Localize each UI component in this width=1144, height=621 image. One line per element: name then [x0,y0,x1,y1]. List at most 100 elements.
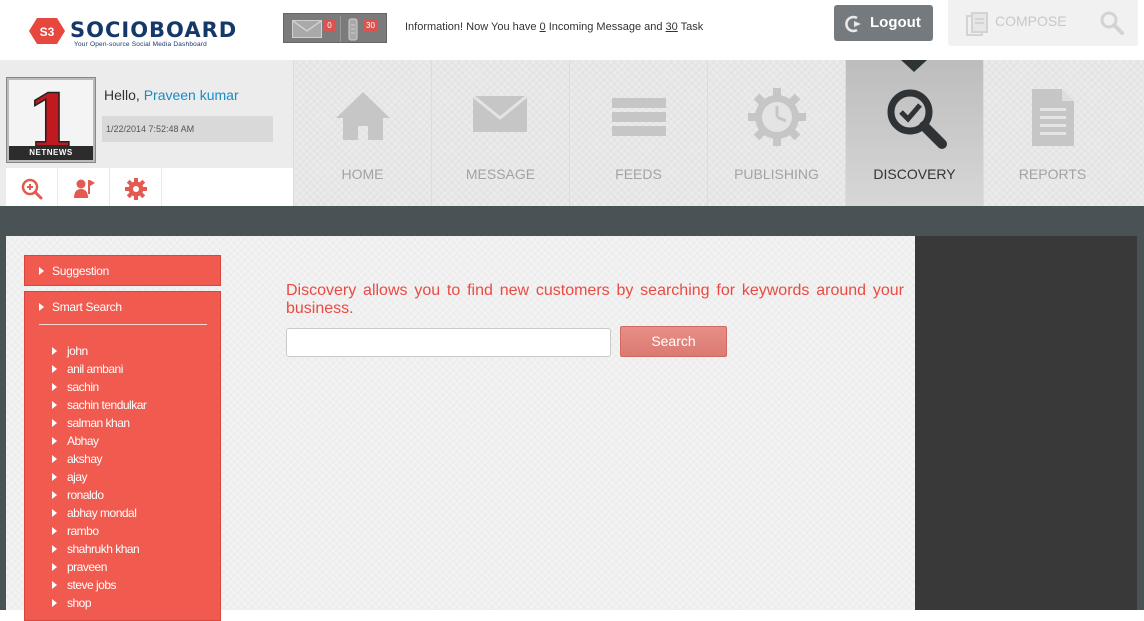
task-remote-icon [348,18,358,41]
logo-hexagon-icon: S3 [29,18,65,44]
keyword-item[interactable]: akshay [52,450,146,468]
keyword-label: salman khan [67,416,130,430]
keyword-item[interactable]: ronaldo [52,486,146,504]
logout-button[interactable]: Logout [834,5,933,41]
header-band: 1 NETNEWS Hello, Praveen kumar 1/22/2014… [0,60,1144,206]
gear-icon [125,178,147,200]
keyword-label: sachin [67,380,99,394]
keyword-label: Abhay [67,434,99,448]
caret-right-icon [52,563,57,571]
nav-message[interactable]: MESSAGE [431,60,569,206]
keyword-list: john anil ambani sachin sachin tendulkar sal… [52,342,147,612]
caret-right-icon [52,437,57,445]
search-icon[interactable] [1099,10,1125,36]
smart-search-header[interactable]: Smart Search [25,292,220,323]
notification-box: 0 30 [283,13,387,43]
search-button[interactable]: Search [620,326,727,357]
discovery-sidebar: Suggestion Smart Search john anil ambani s… [24,255,221,621]
keyword-search-input[interactable] [286,328,611,357]
add-search-button[interactable] [6,168,58,206]
discovery-main-panel: Suggestion Smart Search john anil ambani s… [6,236,915,621]
caret-right-icon [52,545,57,553]
user-profile-button[interactable] [58,168,110,206]
suggestion-button[interactable]: Suggestion [24,255,221,286]
nav-feeds-label: FEEDS [615,166,662,182]
keyword-item[interactable]: sachin [52,378,146,396]
keyword-item[interactable]: ajay [52,468,146,486]
caret-right-icon [52,419,57,427]
keyword-label: akshay [67,452,103,466]
messages-count-badge: 0 [324,19,335,32]
keyword-item[interactable]: praveen [52,558,146,576]
smart-search-label: Smart Search [52,300,122,314]
notification-divider [340,16,341,42]
keyword-label: sachin tendulkar [67,398,147,412]
active-tab-pointer [901,60,927,72]
nav-home-label: HOME [341,166,384,182]
compose-icon [966,12,988,36]
keyword-item[interactable]: shahrukh khan [52,540,146,558]
profile-panel: 1 NETNEWS Hello, Praveen kumar 1/22/2014… [0,60,293,206]
caret-right-icon [52,401,57,409]
user-name-link[interactable]: Praveen kumar [144,87,239,103]
keyword-item[interactable]: steve jobs [52,576,146,594]
keyword-label: shop [67,596,92,610]
search-plus-icon [21,178,43,200]
info-tasks-count[interactable]: 30 [666,21,678,33]
nav-reports-label: REPORTS [1018,166,1087,182]
caret-right-icon [52,473,57,481]
keyword-item[interactable]: shop [52,594,146,612]
keyword-item[interactable]: Abhay [52,432,146,450]
keyword-label: ronaldo [67,488,104,502]
nav-message-label: MESSAGE [465,166,536,182]
nav-home[interactable]: HOME [293,60,431,206]
avatar[interactable]: 1 NETNEWS [7,78,95,162]
nav-feeds[interactable]: FEEDS [569,60,707,206]
envelope-icon [292,20,322,38]
keyword-item[interactable]: john [52,342,146,360]
keyword-item[interactable]: rambo [52,522,146,540]
keyword-item[interactable]: abhay mondal [52,504,146,522]
avatar-logo-icon: 1 [9,80,93,148]
keyword-item[interactable]: anil ambani [52,360,146,378]
caret-right-icon [39,267,44,275]
discovery-description: Discovery allows you to find new custome… [286,282,904,317]
logout-label: Logout [870,14,921,31]
nav-discovery[interactable]: DISCOVERY [845,60,983,206]
search-check-icon [887,89,947,149]
avatar-digit: 1 [26,80,76,148]
feeds-icon [612,98,666,136]
caret-right-icon [52,383,57,391]
greeting-prefix: Hello, [104,87,140,103]
keyword-item[interactable]: sachin tendulkar [52,396,147,414]
main-navigation: HOME MESSAGE FEEDS PUBLISHING DISCOVERY … [293,60,1144,206]
nav-publishing[interactable]: PUBLISHING [707,60,845,206]
caret-right-icon [39,303,44,311]
caret-right-icon [52,581,57,589]
document-icon [1032,89,1074,146]
logout-icon [845,15,861,33]
keyword-label: shahrukh khan [67,542,140,556]
settings-button[interactable] [110,168,162,206]
keyword-item[interactable]: salman khan [52,414,146,432]
keyword-label: abhay mondal [67,506,137,520]
caret-right-icon [52,599,57,607]
info-messages-count[interactable]: 0 [540,21,546,33]
nav-reports[interactable]: REPORTS [983,60,1121,206]
keyword-label: steve jobs [67,578,117,592]
caret-right-icon [52,491,57,499]
tasks-notification[interactable]: 30 [346,17,377,46]
keyword-label: john [67,344,88,358]
compose-button[interactable]: COMPOSE [948,0,1138,46]
socioboard-logo[interactable]: S3 SOCIOBOARD Your Open-source Social Me… [28,17,258,48]
top-bar: S3 SOCIOBOARD Your Open-source Social Me… [0,0,1144,60]
nav-publishing-label: PUBLISHING [734,166,819,182]
suggestion-label: Suggestion [52,264,110,278]
info-middle: Incoming Message and [548,21,663,33]
login-datetime: 1/22/2014 7:52:48 AM [102,116,273,142]
user-flag-icon [74,179,95,198]
caret-right-icon [52,347,57,355]
keyword-label: praveen [67,560,107,574]
compose-label: COMPOSE [995,13,1067,29]
messages-notification[interactable]: 0 [292,19,335,43]
